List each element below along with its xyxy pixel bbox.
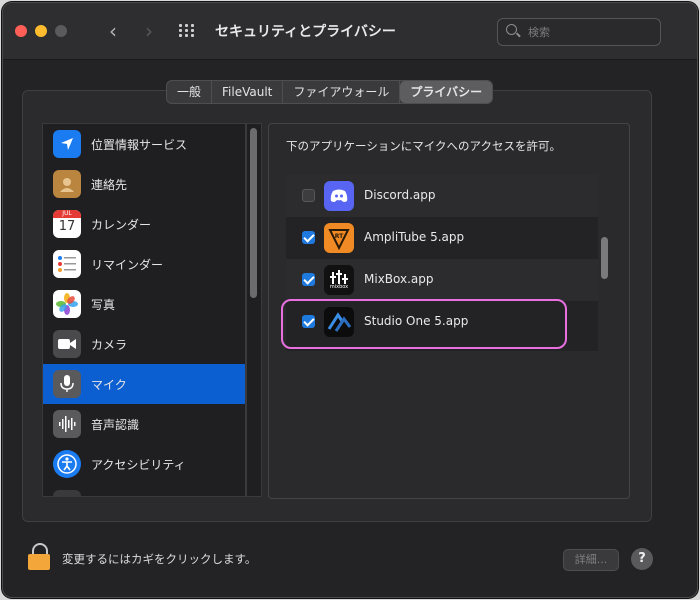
permissions-header: 下のアプリケーションにマイクへのアクセスを許可。 — [286, 139, 561, 153]
tab-firewall[interactable]: ファイアウォール — [283, 81, 401, 103]
calendar-day: 17 — [58, 219, 76, 234]
sidebar-scrollbar[interactable] — [246, 123, 262, 497]
tab-filevault[interactable]: FileVault — [212, 81, 284, 103]
location-arrow-icon — [53, 130, 81, 158]
help-button[interactable]: ? — [631, 548, 653, 570]
app-list-scroll-thumb[interactable] — [601, 237, 608, 279]
tab-general[interactable]: 一般 — [167, 81, 213, 103]
sidebar-item-contacts[interactable]: 連絡先 — [43, 164, 245, 204]
search-icon — [506, 24, 517, 35]
search-placeholder: 検索 — [528, 26, 550, 39]
mixbox-caption: mixbox — [329, 284, 349, 290]
sidebar-item-label: カレンダー — [91, 218, 152, 232]
sidebar-item-location[interactable]: 位置情報サービス — [43, 124, 245, 164]
privacy-sidebar: 位置情報サービス 連絡先 JUL 17 カレンダー リマインダー 写真 カメラ … — [42, 123, 246, 497]
sidebar-item-microphone[interactable]: マイク — [43, 364, 245, 404]
lock-icon[interactable] — [28, 543, 50, 571]
calendar-icon: JUL 17 — [53, 210, 81, 238]
tab-bar: 一般 FileVault ファイアウォール プライバシー — [166, 80, 494, 104]
sidebar-item-label: 位置情報サービス — [91, 138, 188, 152]
contacts-icon — [53, 170, 81, 198]
camera-icon — [53, 330, 81, 358]
partial-icon — [53, 490, 81, 496]
amplitube-caption: RT — [335, 233, 344, 240]
search-input[interactable]: 検索 — [497, 18, 661, 46]
sidebar-scroll-thumb[interactable] — [250, 128, 257, 298]
app-list-scrollbar[interactable] — [598, 175, 612, 351]
app-name: Discord.app — [364, 188, 436, 202]
list-item-amplitube[interactable]: RT AmpliTube 5.app — [286, 217, 598, 259]
sidebar-item-camera[interactable]: カメラ — [43, 324, 245, 364]
microphone-icon — [53, 370, 81, 398]
back-chevron-icon[interactable]: ‹ — [103, 19, 123, 43]
photos-icon — [53, 290, 81, 318]
sidebar-item-label: マイク — [91, 378, 127, 392]
details-button[interactable]: 詳細... — [563, 549, 619, 571]
app-name: MixBox.app — [364, 272, 434, 286]
speech-recognition-icon — [53, 410, 81, 438]
list-item-mixbox[interactable]: mixbox MixBox.app — [286, 259, 598, 301]
zoom-window-button[interactable] — [55, 25, 67, 37]
sidebar-item-speech-recognition[interactable]: 音声認識 — [43, 404, 245, 444]
mixbox-icon: mixbox — [324, 265, 354, 295]
titlebar: ‹ › セキュリティとプライバシー 検索 — [3, 3, 697, 60]
sidebar-item-label: リマインダー — [91, 258, 164, 272]
sidebar-item-label: 連絡先 — [91, 178, 128, 192]
discord-icon — [324, 181, 354, 211]
lock-hint-text: 変更するにはカギをクリックします。 — [62, 552, 257, 566]
sidebar-item-label: 音声認識 — [91, 418, 140, 432]
mixbox-checkbox[interactable] — [302, 273, 315, 286]
window-title: セキュリティとプライバシー — [215, 24, 396, 40]
sidebar-item-partial[interactable] — [43, 484, 245, 496]
sidebar-item-calendar[interactable]: JUL 17 カレンダー — [43, 204, 245, 244]
amplitube-icon: RT — [324, 223, 354, 253]
tab-privacy[interactable]: プライバシー — [400, 81, 493, 103]
sidebar-item-label: アクセシビリティ — [91, 458, 186, 472]
accessibility-icon — [53, 450, 81, 478]
discord-checkbox[interactable] — [302, 189, 315, 202]
sidebar-item-label: カメラ — [91, 338, 128, 352]
app-name: AmpliTube 5.app — [364, 230, 465, 244]
calendar-month: JUL — [53, 210, 81, 218]
sidebar-item-accessibility[interactable]: アクセシビリティ — [43, 444, 245, 484]
amplitube-checkbox[interactable] — [302, 231, 315, 244]
sidebar-item-label: 写真 — [91, 298, 116, 312]
minimize-window-button[interactable] — [35, 25, 47, 37]
close-window-button[interactable] — [15, 25, 27, 37]
studio-one-highlight-outline — [281, 299, 567, 349]
sidebar-item-photos[interactable]: 写真 — [43, 284, 245, 324]
reminders-icon — [53, 250, 81, 278]
list-item-discord[interactable]: Discord.app — [286, 175, 598, 217]
forward-chevron-icon[interactable]: › — [139, 19, 159, 43]
sidebar-item-reminders[interactable]: リマインダー — [43, 244, 245, 284]
show-all-grid-icon[interactable] — [179, 24, 195, 38]
